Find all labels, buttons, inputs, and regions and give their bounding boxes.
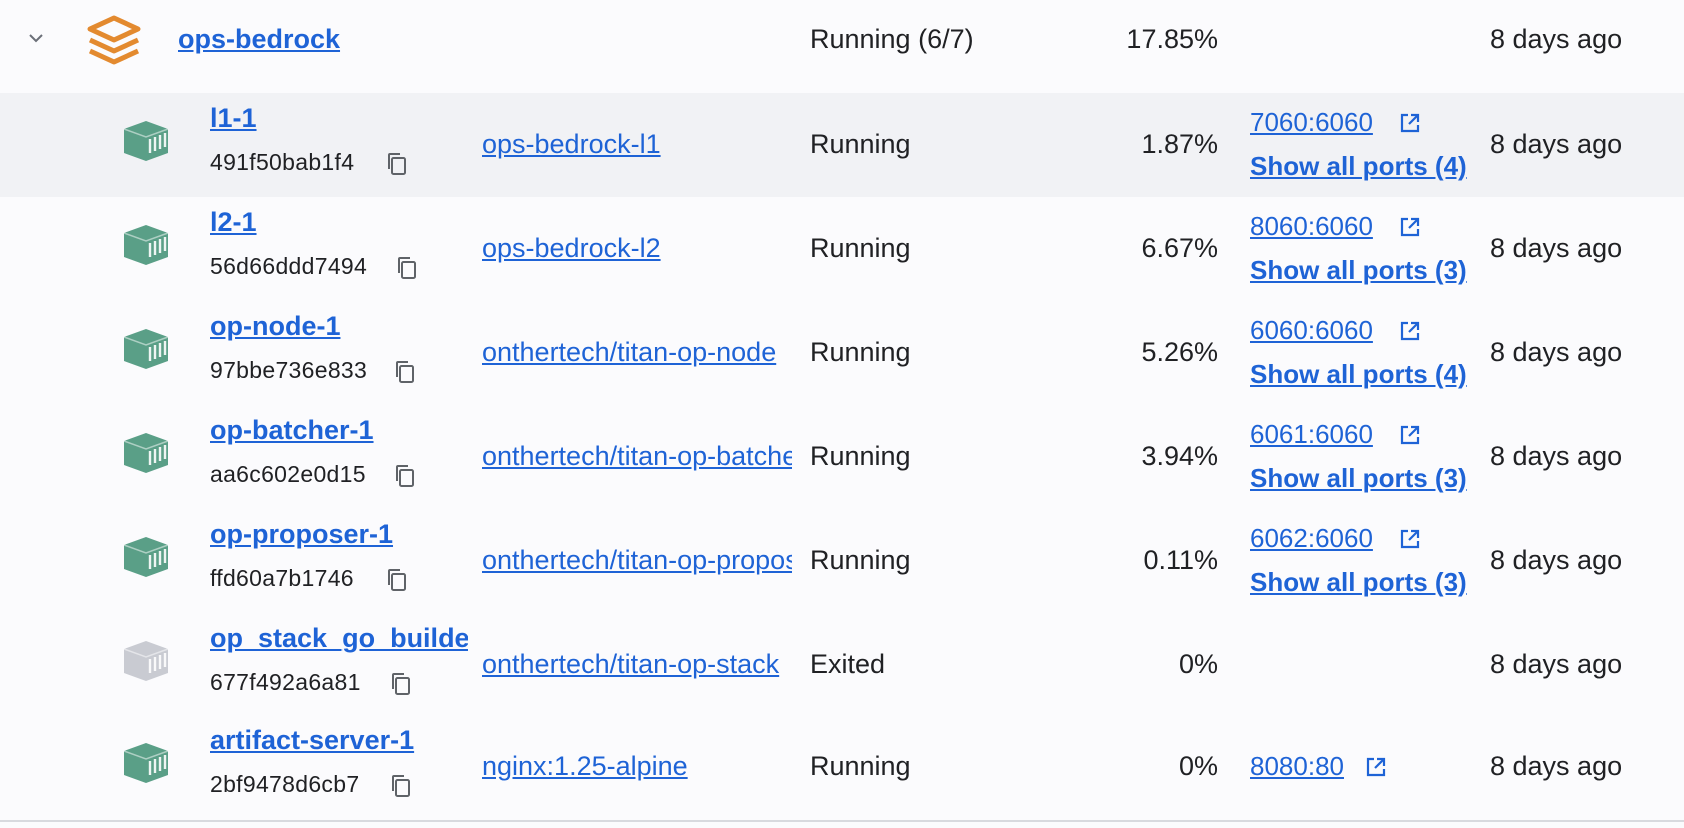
group-row-ops-bedrock[interactable]: ops-bedrock Running (6/7) 17.85% 8 days … xyxy=(0,0,1684,82)
port-link[interactable]: 8080:80 xyxy=(1250,751,1344,782)
container-status: Running xyxy=(810,751,911,781)
container-cpu: 0% xyxy=(1178,649,1218,679)
copy-icon[interactable] xyxy=(385,567,409,593)
external-link-icon[interactable] xyxy=(1364,755,1388,779)
table-row[interactable]: op-proposer-1 ffd60a7b1746 onthertech/tita… xyxy=(0,509,1684,613)
container-icon xyxy=(123,121,169,161)
container-last-started: 8 days ago xyxy=(1490,441,1623,471)
container-last-started: 8 days ago xyxy=(1490,545,1623,575)
container-status: Exited xyxy=(810,649,886,679)
container-id: 97bbe736e833 xyxy=(210,357,368,383)
container-last-started: 8 days ago xyxy=(1490,233,1623,263)
container-cpu: 6.67% xyxy=(1141,233,1218,263)
container-name-link[interactable]: l1-1 xyxy=(210,103,468,134)
container-cpu: 3.94% xyxy=(1141,441,1218,471)
port-link[interactable]: 7060:6060 xyxy=(1250,107,1373,138)
table-bottom-border xyxy=(0,820,1684,822)
container-status: Running xyxy=(810,545,911,575)
container-id: 56d66ddd7494 xyxy=(210,253,368,279)
container-last-started: 8 days ago xyxy=(1490,751,1623,781)
table-row[interactable]: l2-1 56d66ddd7494 ops-bedrock-l2 Running 6.6… xyxy=(0,197,1684,301)
container-icon xyxy=(123,225,169,265)
container-id: 491f50bab1f4 xyxy=(210,149,355,175)
port-link[interactable]: 6062:6060 xyxy=(1250,523,1373,554)
show-all-ports-link[interactable]: Show all ports (4) xyxy=(1250,151,1467,182)
container-icon xyxy=(123,743,169,783)
container-cpu: 0% xyxy=(1178,751,1218,781)
external-link-icon[interactable] xyxy=(1398,215,1422,239)
container-cpu: 0.11% xyxy=(1143,545,1218,575)
port-link[interactable]: 6060:6060 xyxy=(1250,315,1373,346)
group-name-link[interactable]: ops-bedrock xyxy=(178,24,340,55)
chevron-down-icon[interactable] xyxy=(24,26,48,50)
table-row[interactable]: op-node-1 97bbe736e833 onthertech/titan-op… xyxy=(0,301,1684,405)
container-id: 2bf9478d6cb7 xyxy=(210,771,360,797)
containers-table: ops-bedrock Running (6/7) 17.85% 8 days … xyxy=(0,0,1684,828)
container-cpu: 5.26% xyxy=(1141,337,1218,367)
table-row[interactable]: op_stack_go_builder 677f492a6a81 onthertec… xyxy=(0,613,1684,717)
copy-icon[interactable] xyxy=(385,151,409,177)
container-last-started: 8 days ago xyxy=(1490,337,1623,367)
image-link[interactable]: nginx:1.25-alpine xyxy=(482,751,792,782)
external-link-icon[interactable] xyxy=(1398,111,1422,135)
external-link-icon[interactable] xyxy=(1398,423,1422,447)
container-icon xyxy=(123,329,169,369)
container-icon xyxy=(123,641,169,681)
container-status: Running xyxy=(810,337,911,367)
group-status: Running (6/7) xyxy=(810,24,974,54)
container-name-link[interactable]: op-batcher-1 xyxy=(210,415,468,446)
copy-icon[interactable] xyxy=(393,359,417,385)
container-last-started: 8 days ago xyxy=(1490,649,1623,679)
container-icon xyxy=(123,433,169,473)
table-row[interactable]: artifact-server-1 2bf9478d6cb7 nginx:1.25-… xyxy=(0,715,1684,819)
copy-icon[interactable] xyxy=(393,463,417,489)
container-name-link[interactable]: op_stack_go_builder xyxy=(210,623,468,654)
container-id: ffd60a7b1746 xyxy=(210,565,354,591)
container-status: Running xyxy=(810,129,911,159)
container-id: 677f492a6a81 xyxy=(210,669,361,695)
show-all-ports-link[interactable]: Show all ports (4) xyxy=(1250,359,1467,390)
group-last-started: 8 days ago xyxy=(1490,24,1623,54)
container-last-started: 8 days ago xyxy=(1490,129,1623,159)
image-link[interactable]: ops-bedrock-l1 xyxy=(482,129,792,160)
group-cpu: 17.85% xyxy=(1126,24,1218,54)
table-row[interactable]: op-batcher-1 aa6c602e0d15 onthertech/titan… xyxy=(0,405,1684,509)
container-icon xyxy=(123,537,169,577)
container-status: Running xyxy=(810,233,911,263)
container-name-link[interactable]: l2-1 xyxy=(210,207,468,238)
image-link[interactable]: onthertech/titan-op-stack xyxy=(482,649,792,680)
container-name-link[interactable]: op-node-1 xyxy=(210,311,468,342)
copy-icon[interactable] xyxy=(389,671,413,697)
container-name-link[interactable]: artifact-server-1 xyxy=(210,725,468,756)
port-link[interactable]: 8060:6060 xyxy=(1250,211,1373,242)
container-cpu: 1.87% xyxy=(1141,129,1218,159)
image-link[interactable]: onthertech/titan-op-proposer xyxy=(482,545,792,576)
image-link[interactable]: onthertech/titan-op-node xyxy=(482,337,792,368)
copy-icon[interactable] xyxy=(389,773,413,799)
table-row[interactable]: l1-1 491f50bab1f4 ops-bedrock-l1 Running 1.8… xyxy=(0,93,1684,197)
external-link-icon[interactable] xyxy=(1398,319,1422,343)
image-link[interactable]: ops-bedrock-l2 xyxy=(482,233,792,264)
show-all-ports-link[interactable]: Show all ports (3) xyxy=(1250,255,1467,286)
port-link[interactable]: 6061:6060 xyxy=(1250,419,1373,450)
show-all-ports-link[interactable]: Show all ports (3) xyxy=(1250,463,1467,494)
image-link[interactable]: onthertech/titan-op-batcher xyxy=(482,441,792,472)
container-name-link[interactable]: op-proposer-1 xyxy=(210,519,468,550)
show-all-ports-link[interactable]: Show all ports (3) xyxy=(1250,567,1467,598)
stack-icon xyxy=(87,15,141,65)
container-id: aa6c602e0d15 xyxy=(210,461,366,487)
external-link-icon[interactable] xyxy=(1398,527,1422,551)
container-status: Running xyxy=(810,441,911,471)
copy-icon[interactable] xyxy=(395,255,419,281)
